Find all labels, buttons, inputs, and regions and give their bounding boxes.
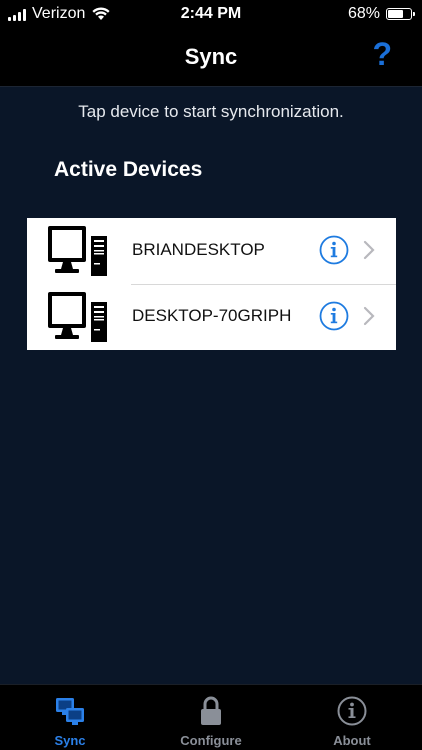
status-bar: Verizon 2:44 PM 68% [0, 0, 422, 28]
battery-icon [386, 8, 415, 20]
device-row[interactable]: DESKTOP-70GRIPH [27, 284, 396, 350]
battery-level [388, 10, 403, 18]
help-button[interactable]: ? [372, 38, 392, 70]
status-right: 68% [347, 5, 415, 23]
row-divider [131, 284, 396, 285]
device-name: DESKTOP-70GRIPH [132, 306, 292, 325]
info-icon [337, 696, 367, 726]
tab-about[interactable]: About [282, 685, 422, 750]
sync-computers-icon [56, 698, 84, 725]
sync-screen: Verizon 2:44 PM 68% Sync ? Tap device to… [0, 0, 422, 750]
info-icon[interactable] [319, 301, 349, 331]
device-list: BRIANDESKTOP DESKTOP-70GRIPH [27, 218, 396, 350]
desktop-computer-icon [48, 292, 107, 342]
tab-label: Configure [180, 733, 242, 748]
page-title: Sync [184, 44, 238, 69]
battery-percent: 68% [347, 5, 380, 22]
tab-label: About [333, 733, 371, 748]
device-row[interactable]: BRIANDESKTOP [27, 218, 396, 284]
tab-label: Sync [54, 733, 86, 748]
navigation-bar: Sync ? [0, 28, 422, 87]
device-name: BRIANDESKTOP [132, 240, 265, 259]
tab-sync[interactable]: Sync [0, 685, 140, 750]
tab-bar: Sync Configure About [0, 684, 422, 750]
tab-configure[interactable]: Configure [141, 685, 281, 750]
chevron-right-icon [363, 240, 375, 260]
desktop-computer-icon [48, 226, 107, 276]
info-icon[interactable] [319, 235, 349, 265]
chevron-right-icon [363, 306, 375, 326]
instruction-text: Tap device to start synchronization. [78, 102, 344, 121]
section-title: Active Devices [54, 158, 203, 181]
lock-icon [201, 696, 221, 725]
